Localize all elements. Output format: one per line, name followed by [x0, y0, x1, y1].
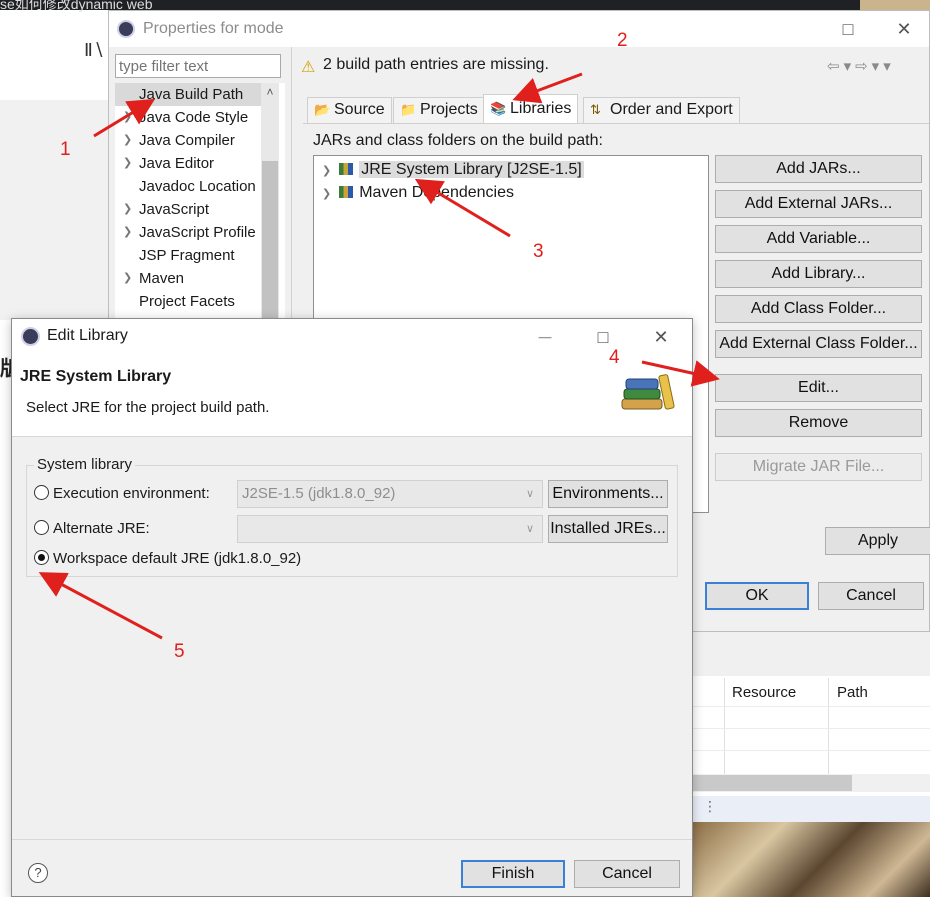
annotation-arrow-5 [38, 572, 163, 640]
annotation-arrow-4 [641, 360, 720, 387]
annotation-label-2: 2 [617, 30, 628, 51]
annotation-label-3: 3 [533, 241, 544, 262]
annotation-arrow-3 [414, 178, 511, 238]
annotation-arrow-1 [93, 98, 156, 138]
annotation-label-5: 5 [174, 641, 185, 662]
annotation-label-1: 1 [60, 139, 71, 160]
annotation-label-4: 4 [609, 347, 620, 368]
annotation-arrows [38, 72, 720, 640]
annotation-arrow-2 [512, 72, 583, 104]
